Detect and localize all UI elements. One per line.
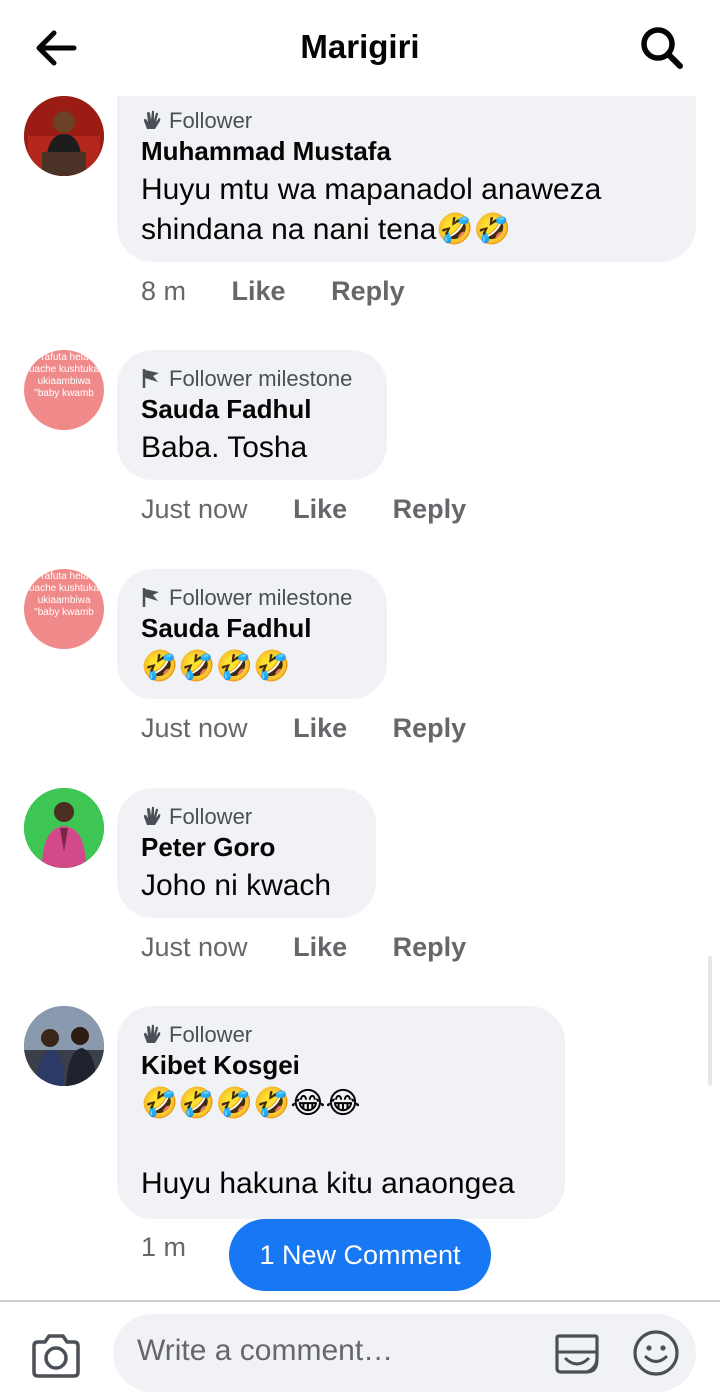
avatar[interactable]	[24, 96, 104, 176]
comment-bubble[interactable]: Follower Muhammad Mustafa Huyu mtu wa ma…	[117, 96, 696, 262]
page-title: Marigiri	[300, 28, 420, 65]
comment-bubble[interactable]: Follower milestone Sauda Fadhul Baba. To…	[117, 350, 387, 480]
comment-text: 🤣🤣🤣🤣	[141, 650, 291, 683]
comment-bubble[interactable]: Follower milestone Sauda Fadhul 🤣🤣🤣🤣	[117, 569, 387, 699]
comment-meta: 8 m Like Reply	[141, 276, 443, 307]
comment-time: 8 m	[141, 276, 187, 306]
avatar[interactable]	[24, 788, 104, 868]
comment-meta: Just now Like Reply	[141, 494, 504, 525]
comment-placeholder: Write a comment…	[137, 1334, 394, 1367]
commenter-name[interactable]: Kibet Kosgei	[141, 1050, 300, 1081]
avatar[interactable]: Tafuta hela uache kushtuka ukiaambiwa "b…	[24, 569, 104, 649]
comment-meta: Just now Like Reply	[141, 932, 504, 963]
like-button[interactable]: Like	[293, 713, 347, 743]
comment-input[interactable]: Write a comment…	[113, 1314, 696, 1392]
comment-time: Just now	[141, 713, 248, 743]
flag-icon	[142, 588, 159, 607]
new-comment-button[interactable]: 1 New Comment	[229, 1219, 491, 1291]
comment-text: Baba. Tosha	[141, 431, 308, 464]
follower-badge: Follower	[141, 108, 252, 134]
avatar[interactable]: Tafuta hela uache kushtuka ukiaambiwa "b…	[24, 350, 104, 430]
reply-button[interactable]: Reply	[393, 713, 467, 743]
comment-bubble[interactable]: Follower Kibet Kosgei 🤣🤣🤣🤣😂😂 Huyu hakuna…	[117, 1006, 565, 1219]
commenter-name[interactable]: Sauda Fadhul	[141, 613, 311, 644]
follower-badge: Follower	[141, 804, 252, 830]
comment-text: Huyu mtu wa mapanadol anaweza shindana n…	[141, 173, 602, 246]
search-icon[interactable]	[636, 22, 688, 74]
comment-meta: Just now Like Reply	[141, 713, 504, 744]
like-button[interactable]: Like	[293, 494, 347, 524]
comment-meta: 1 m	[141, 1232, 224, 1263]
comments-list: Follower Muhammad Mustafa Huyu mtu wa ma…	[0, 96, 720, 1300]
commenter-name[interactable]: Sauda Fadhul	[141, 394, 311, 425]
sticker-icon[interactable]	[551, 1328, 603, 1380]
camera-icon[interactable]	[30, 1332, 82, 1380]
smile-icon[interactable]	[631, 1328, 681, 1378]
commenter-name[interactable]: Muhammad Mustafa	[141, 136, 391, 167]
reply-button[interactable]: Reply	[393, 932, 467, 962]
top-bar: Marigiri	[0, 0, 720, 96]
follower-badge: Follower	[141, 1022, 252, 1048]
wave-hand-icon	[144, 806, 161, 825]
comment-text: Joho ni kwach	[141, 869, 332, 902]
comment-bubble[interactable]: Follower Peter Goro Joho ni kwach	[117, 788, 376, 918]
milestone-badge: Follower milestone	[141, 585, 352, 611]
like-button[interactable]: Like	[293, 932, 347, 962]
milestone-badge: Follower milestone	[141, 366, 352, 392]
avatar[interactable]	[24, 1006, 104, 1086]
comment-time: Just now	[141, 932, 248, 962]
wave-hand-icon	[144, 1024, 161, 1043]
comment-time: Just now	[141, 494, 248, 524]
reply-button[interactable]: Reply	[331, 276, 405, 306]
comment-text: 🤣🤣🤣🤣😂😂 Huyu hakuna kitu anaongea	[141, 1087, 515, 1200]
scrollbar[interactable]	[708, 956, 712, 1086]
flag-icon	[142, 369, 159, 388]
comment-composer: Write a comment…	[0, 1300, 720, 1398]
commenter-name[interactable]: Peter Goro	[141, 832, 275, 863]
wave-hand-icon	[144, 110, 161, 129]
like-button[interactable]: Like	[232, 276, 286, 306]
comment-time: 1 m	[141, 1232, 187, 1262]
reply-button[interactable]: Reply	[393, 494, 467, 524]
